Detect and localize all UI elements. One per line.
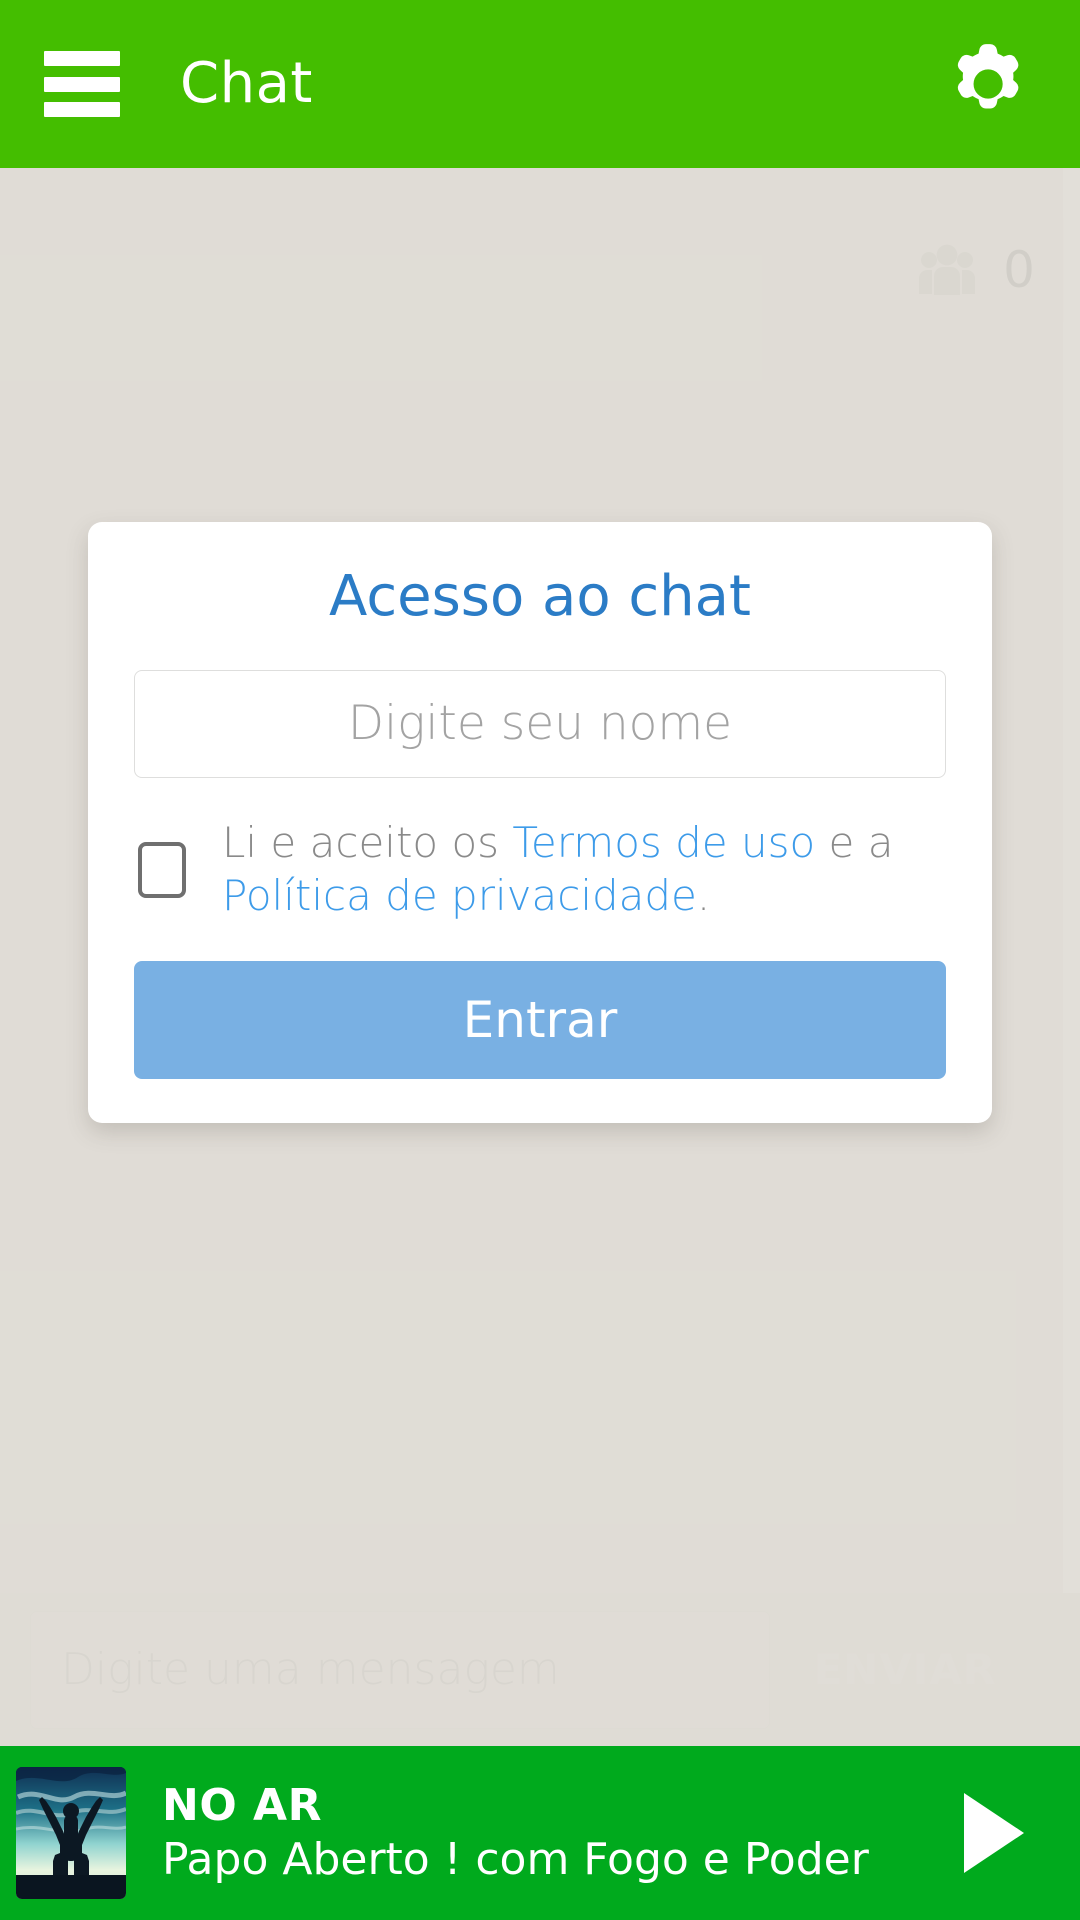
player-info: NO AR Papo Aberto ! com Fogo e Poder: [162, 1779, 869, 1885]
terms-checkbox[interactable]: [138, 841, 186, 898]
on-air-status: NO AR: [162, 1779, 322, 1831]
hamburger-bar: [44, 51, 120, 66]
terms-middle-text: e a: [815, 817, 894, 867]
hamburger-bar: [44, 76, 120, 92]
hamburger-bar: [44, 102, 120, 117]
play-triangle-icon: [958, 1791, 1028, 1875]
name-input-placeholder: Digite seu nome: [347, 696, 733, 752]
login-dialog: Acesso ao chat Digite seu nome Li e acei…: [88, 522, 992, 1124]
person-arms-raised-sky-thumbnail-icon: [16, 1767, 126, 1899]
enter-button[interactable]: Entrar: [134, 961, 946, 1080]
gear-icon: [940, 38, 1032, 130]
page-title: Chat: [180, 51, 313, 116]
name-input[interactable]: Digite seu nome: [134, 669, 946, 778]
terms-prefix-text: Li e aceito os: [222, 817, 513, 867]
hamburger-menu-icon[interactable]: [44, 51, 120, 117]
login-dialog-title: Acesso ao chat: [329, 564, 751, 629]
privacy-policy-link[interactable]: Política de privacidade: [222, 871, 697, 920]
terms-of-use-link[interactable]: Termos de uso: [512, 818, 815, 867]
play-button[interactable]: [958, 1791, 1028, 1875]
terms-suffix-text: .: [696, 871, 711, 921]
program-thumbnail: [16, 1767, 126, 1899]
settings-button[interactable]: [936, 34, 1036, 134]
terms-label: Li e aceito os Termos de uso e a Polític…: [222, 816, 946, 924]
radio-player-bar: NO AR Papo Aberto ! com Fogo e Poder: [0, 1746, 1080, 1920]
program-name: Papo Aberto ! com Fogo e Poder: [162, 1834, 869, 1885]
app-header: Chat: [0, 0, 1080, 168]
app-root: Chat 0: [0, 0, 1080, 1920]
terms-acceptance-row: Li e aceito os Termos de uso e a Polític…: [134, 816, 946, 924]
